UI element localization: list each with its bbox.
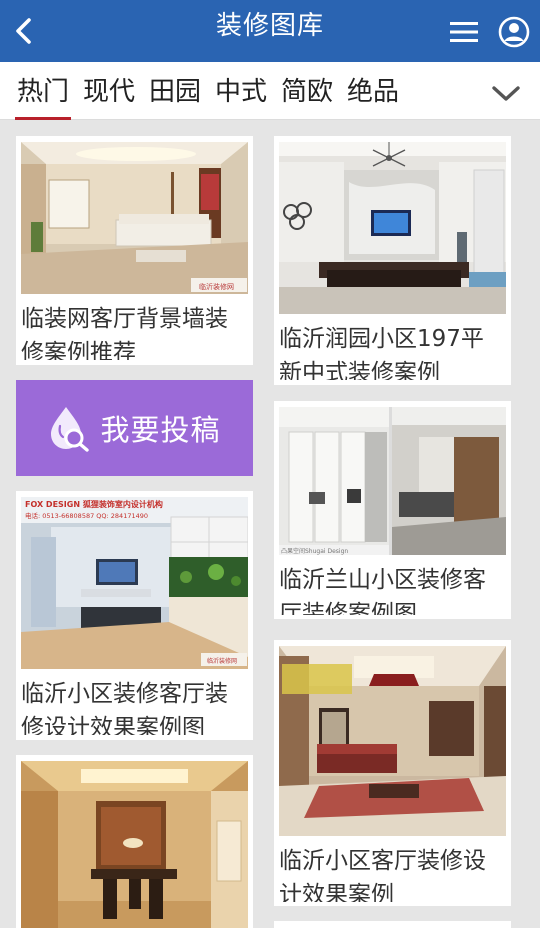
drop-search-icon [51, 407, 90, 452]
back-button[interactable] [4, 11, 44, 51]
back-arrow-icon [16, 18, 31, 44]
submit-label: 我要投稿 [100, 413, 221, 447]
card-image [279, 142, 506, 314]
card-image [279, 646, 506, 836]
watermark-text: 临沂装修网 [199, 282, 234, 291]
gallery-grid: 临沂装修网 临装网客厅背景墙装修案例推荐 我要投稿 FOX DESIGN 狐狸装… [0, 121, 540, 928]
gallery-card[interactable]: FOX DESIGN 狐狸装饰室内设计机构 电话: 0513-66808587 … [16, 491, 253, 740]
user-button[interactable] [492, 10, 536, 54]
user-profile-icon [498, 16, 530, 48]
tab-hot[interactable]: 热门 [14, 70, 72, 120]
design-contact-text: 电话: 0513-66808587 QQ: 284171490 [25, 511, 148, 520]
tab-modern[interactable]: 现代 [83, 70, 135, 114]
gallery-card[interactable]: 临沂小区客厅装修设计效果案例 [274, 640, 511, 906]
card-image: 凸果空间Shugai Design [279, 407, 506, 555]
submit-article-button[interactable]: 我要投稿 [16, 380, 253, 476]
card-caption: 临沂润园小区197平新中式装修案例 [279, 326, 484, 380]
card-caption: 临沂小区客厅装修设计效果案例 [279, 848, 486, 902]
gallery-card[interactable]: 临沂装修网 临装网客厅背景墙装修案例推荐 [16, 136, 253, 365]
design-logo-text: FOX DESIGN 狐狸装饰室内设计机构 [25, 499, 163, 509]
top-bar: 装修图库 [0, 0, 540, 62]
card-caption: 临沂小区装修客厅装修设计效果案例图 [21, 681, 228, 735]
tab-premium[interactable]: 绝品 [347, 70, 399, 114]
card-image: 临沂装修网 [21, 142, 248, 294]
card-image [21, 761, 248, 928]
gallery-card[interactable]: 凸果空间Shugai Design 临沂兰山小区装修客厅装修案例图 [274, 401, 511, 619]
gallery-card[interactable] [274, 921, 511, 928]
gallery-card[interactable] [16, 755, 253, 928]
category-tabs: 热门 现代 田园 中式 简欧 绝品 [0, 62, 540, 120]
chevron-down-icon [492, 86, 520, 101]
watermark-text: 临沂装修网 [207, 657, 237, 665]
menu-button[interactable] [444, 14, 484, 50]
hamburger-menu-icon [450, 22, 478, 42]
tab-pastoral[interactable]: 田园 [149, 70, 201, 114]
tab-chinese[interactable]: 中式 [215, 70, 267, 114]
expand-tabs-button[interactable] [484, 74, 528, 114]
card-image: FOX DESIGN 狐狸装饰室内设计机构 电话: 0513-66808587 … [21, 497, 248, 669]
tab-simple-european[interactable]: 简欧 [281, 70, 333, 114]
card-caption: 临装网客厅背景墙装修案例推荐 [21, 306, 228, 360]
card-caption: 临沂兰山小区装修客厅装修案例图 [279, 567, 486, 615]
gallery-card[interactable]: 临沂润园小区197平新中式装修案例 [274, 136, 511, 385]
design-brand-text: 凸果空间Shugai Design [281, 547, 348, 555]
